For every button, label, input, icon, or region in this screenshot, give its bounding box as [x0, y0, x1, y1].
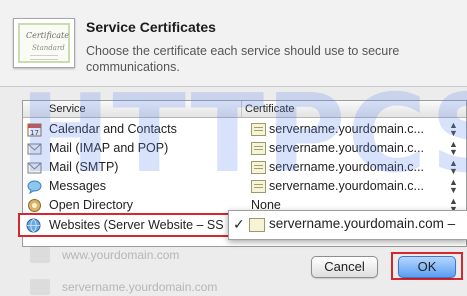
table-row[interactable]: 17 Calendar and Contacts servername.your…: [23, 120, 466, 139]
popup-arrows-icon[interactable]: ▲ ▼: [449, 178, 458, 195]
certificate-art-title: Certificate: [26, 31, 69, 40]
certificate-art-subtitle: Standard: [32, 44, 65, 52]
certificate-icon: [251, 161, 266, 174]
website-icon: [30, 279, 50, 295]
column-header-service[interactable]: Service: [49, 103, 86, 115]
messages-icon: [27, 180, 42, 194]
service-name: Calendar and Contacts: [49, 122, 177, 136]
table-header: Service Certificate: [23, 101, 466, 118]
table-row[interactable]: Mail (SMTP) servername.yourdomain.c... ▲…: [23, 158, 466, 177]
website-icon: [30, 247, 50, 263]
service-name: Websites (Server Website – SS: [49, 218, 224, 232]
dialog-title: Service Certificates: [86, 19, 216, 35]
certificate-value[interactable]: servername.yourdomain.c...: [269, 141, 424, 155]
certificate-value[interactable]: servername.yourdomain.c...: [269, 179, 424, 193]
popup-arrows-icon[interactable]: ▲ ▼: [449, 159, 458, 176]
certificate-icon: [251, 142, 266, 155]
service-name: Messages: [49, 179, 106, 193]
popup-menu-item-certificate[interactable]: servername.yourdomain.com –: [269, 216, 455, 231]
mail-icon: [27, 162, 42, 174]
popup-arrows-icon[interactable]: ▲ ▼: [449, 121, 458, 138]
background-list-item: servername.yourdomain.com: [22, 278, 465, 296]
globe-icon: [26, 218, 41, 233]
dialog-subtitle: Choose the certificate each service shou…: [86, 44, 400, 74]
certificate-value[interactable]: servername.yourdomain.c...: [269, 122, 424, 136]
column-header-certificate[interactable]: Certificate: [245, 103, 295, 115]
service-name: Open Directory: [49, 198, 134, 212]
dialog-header: Certificate Standard Service Certificate…: [0, 0, 467, 87]
cancel-button[interactable]: Cancel: [311, 256, 378, 278]
popup-arrows-icon[interactable]: ▲ ▼: [449, 140, 458, 157]
calendar-icon: 17: [27, 123, 42, 137]
svg-text:17: 17: [30, 129, 39, 137]
service-name: Mail (SMTP): [49, 160, 119, 174]
certificate-popup-menu[interactable]: ✓ servername.yourdomain.com –: [228, 210, 467, 240]
certificate-icon: [251, 180, 266, 193]
mail-icon: [27, 143, 42, 155]
certificate-icon: Certificate Standard: [13, 18, 75, 68]
certificate-icon: [249, 218, 265, 232]
table-row[interactable]: Mail (IMAP and POP) servername.yourdomai…: [23, 139, 466, 158]
certificate-value[interactable]: servername.yourdomain.c...: [269, 160, 424, 174]
service-certificates-dialog: Certificate Standard Service Certificate…: [0, 0, 467, 296]
checkmark-icon: ✓: [233, 216, 245, 232]
open-directory-icon: [28, 199, 41, 212]
service-name: Mail (IMAP and POP): [49, 141, 169, 155]
ok-button[interactable]: OK: [398, 256, 456, 278]
table-row[interactable]: Messages servername.yourdomain.c... ▲ ▼: [23, 177, 466, 196]
certificate-icon: [251, 123, 266, 136]
